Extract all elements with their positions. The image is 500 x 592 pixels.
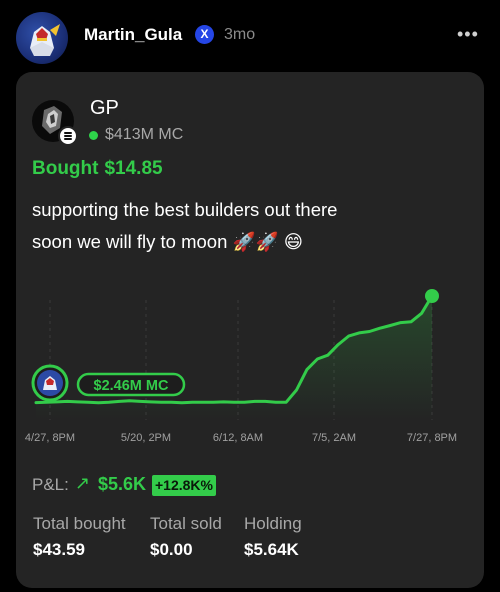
pnl-label: P&L:	[32, 475, 69, 494]
stat-label: Holding	[244, 514, 302, 533]
token-symbol[interactable]: GP	[90, 97, 119, 120]
x-tick-label: 7/5, 2AM	[312, 432, 356, 444]
pnl-value: $5.6K	[98, 474, 147, 494]
x-badge-icon: X	[195, 25, 214, 44]
x-tick-label: 7/27, 8PM	[407, 432, 457, 444]
robot-avatar-icon	[30, 24, 60, 56]
solana-chain-icon	[58, 126, 78, 146]
stat-value: $43.59	[33, 540, 85, 559]
stat-value: $5.64K	[244, 540, 299, 559]
bought-amount: $14.85	[104, 158, 163, 179]
stat-label: Total bought	[33, 514, 126, 533]
pnl-percent-badge: +12.8K%	[152, 475, 216, 496]
note-line: supporting the best builders out there	[32, 199, 338, 220]
market-cap: $413M MC	[105, 126, 184, 143]
bought-line: Bought $14.85	[32, 158, 169, 180]
entry-label: $2.46M MC	[94, 378, 169, 394]
note-line: soon we will fly to moon 🚀🚀 😄	[32, 231, 303, 252]
x-tick-label: 6/12, 8AM	[213, 432, 263, 444]
stat-holding: Holding $5.64K	[244, 514, 302, 560]
trade-card[interactable]: GP $413M MC Bought $14.85 supporting the …	[16, 72, 484, 588]
bought-label: Bought	[32, 158, 99, 179]
trade-note: supporting the best builders out there s…	[32, 194, 472, 258]
x-tick-label: 5/20, 2PM	[121, 432, 171, 444]
chart-end-point[interactable]	[425, 289, 439, 303]
arrow-up-right-icon: ↗	[75, 473, 91, 493]
x-tick-label: 4/27, 8PM	[25, 432, 75, 444]
price-chart[interactable]: $2.46M MC 4/27, 8PM 5/20, 2PM 6/12, 8AM 7/5…	[16, 280, 484, 450]
stat-total-bought: Total bought $43.59	[33, 514, 126, 560]
post-time: 3mo	[224, 26, 256, 43]
post-header: Martin_Gula X 3mo •••	[0, 0, 500, 72]
stat-value: $0.00	[150, 540, 193, 559]
entry-marker[interactable]	[31, 364, 69, 402]
live-dot-icon	[89, 131, 98, 140]
stat-label: Total sold	[150, 514, 222, 533]
stat-total-sold: Total sold $0.00	[150, 514, 222, 560]
username[interactable]: Martin_Gula	[84, 25, 182, 45]
user-avatar[interactable]	[16, 12, 68, 64]
more-options-icon[interactable]: •••	[457, 24, 479, 45]
